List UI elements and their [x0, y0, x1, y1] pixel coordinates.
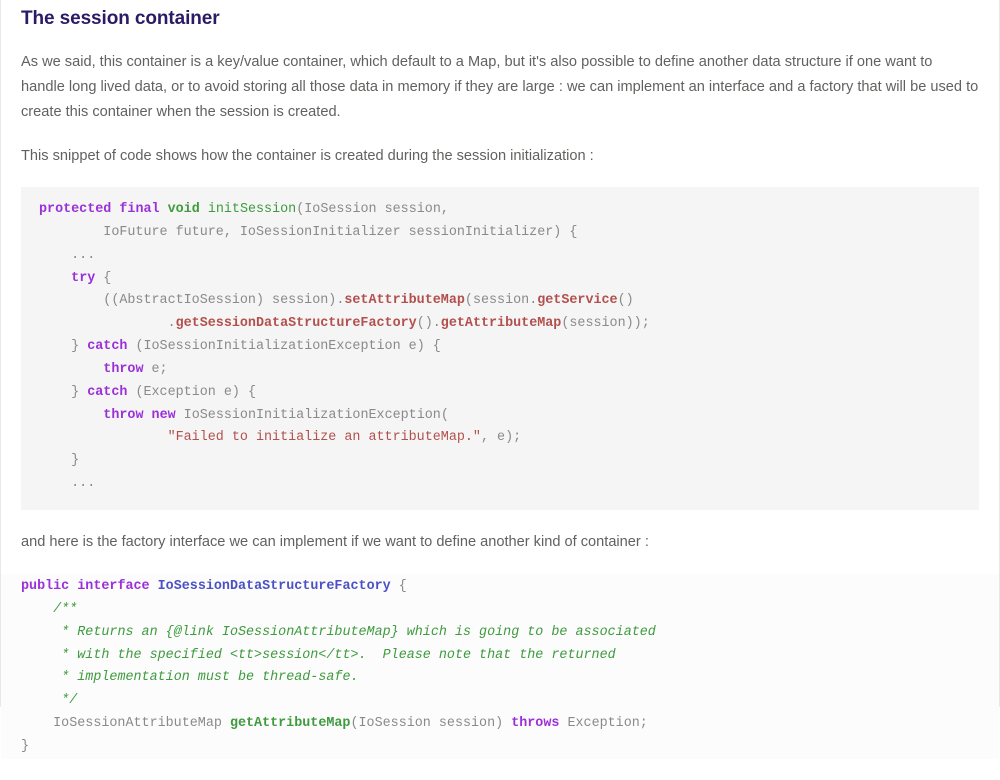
document-content-lower: and here is the factory interface we can…	[1, 510, 999, 555]
document-page: The session container As we said, this c…	[0, 0, 1000, 759]
code-block-init-session: protected final void initSession(IoSessi…	[21, 187, 979, 510]
code-content-factory-interface: public interface IoSessionDataStructureF…	[21, 578, 656, 754]
snippet-intro-paragraph: This snippet of code shows how the conta…	[21, 148, 594, 164]
code-block-factory-interface: public interface IoSessionDataStructureF…	[1, 573, 999, 759]
code-content-init-session: protected final void initSession(IoSessi…	[39, 202, 650, 492]
intro-paragraph: As we said, this container is a key/valu…	[21, 54, 979, 120]
page-title: The session container	[21, 8, 220, 29]
document-content: The session container As we said, this c…	[1, 0, 999, 169]
factory-intro-paragraph: and here is the factory interface we can…	[21, 533, 649, 550]
